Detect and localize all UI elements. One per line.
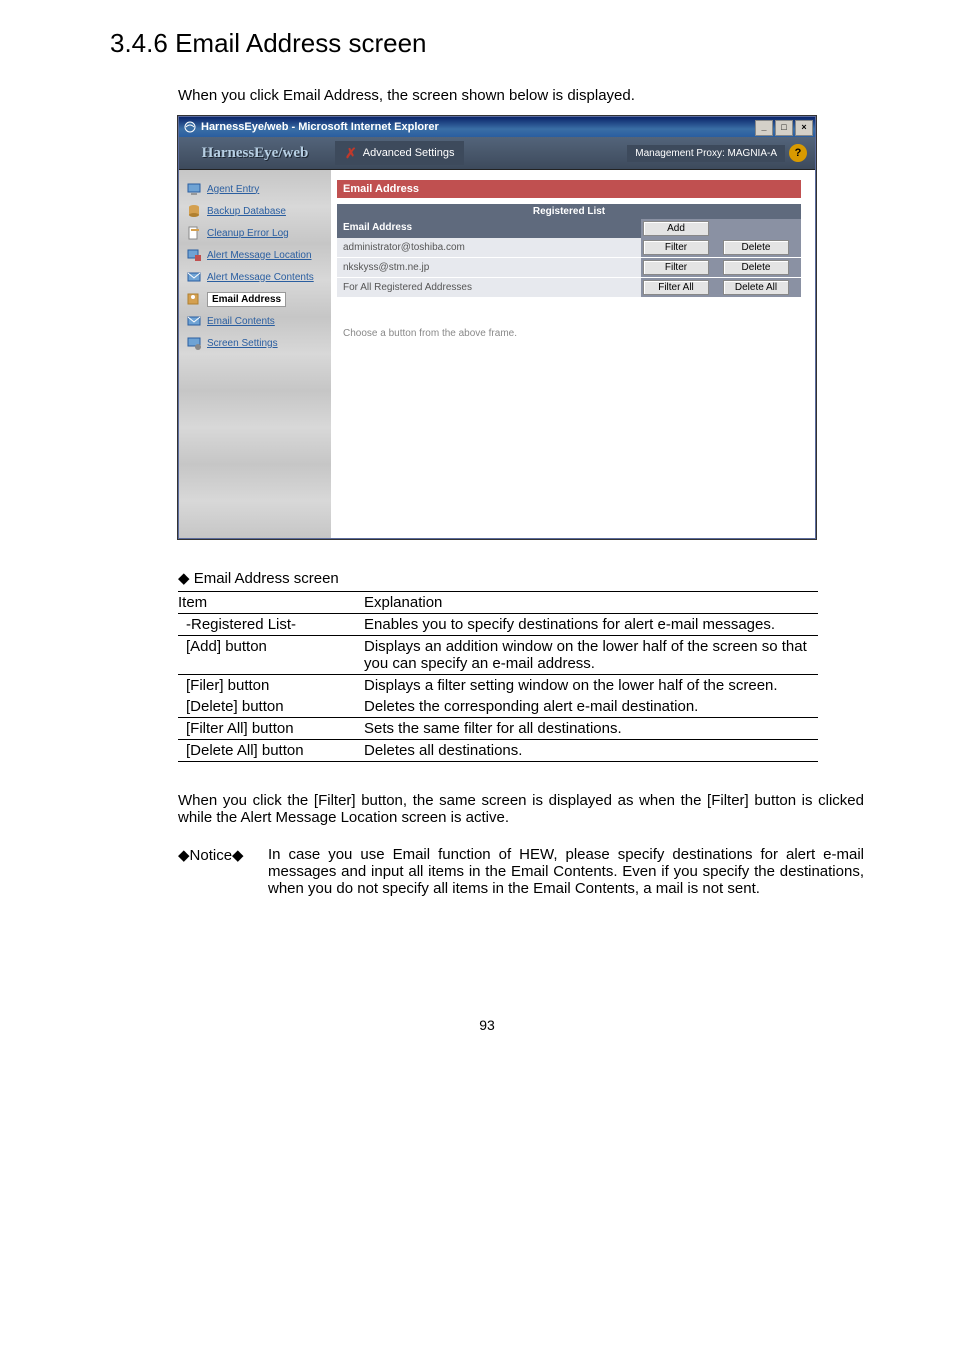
sidebar-item-screen-settings[interactable]: Screen Settings — [179, 332, 331, 354]
spec-explanation: Enables you to specify destinations for … — [364, 614, 818, 636]
sidebar-item-email-contents[interactable]: Email Contents — [179, 310, 331, 332]
notice-label: ◆Notice◆ — [178, 846, 268, 897]
ie-window: HarnessEye/web - Microsoft Internet Expl… — [178, 116, 816, 539]
ie-icon — [183, 120, 197, 134]
sidebar-item-label: Alert Message Location — [207, 250, 312, 261]
panel-title: Email Address — [337, 180, 801, 198]
post-table-paragraph: When you click the [Filter] button, the … — [178, 792, 864, 826]
filter-all-button[interactable]: Filter All — [643, 280, 709, 295]
window-title: HarnessEye/web - Microsoft Internet Expl… — [201, 121, 755, 133]
email-contents-icon — [185, 312, 203, 330]
delete-button[interactable]: Delete — [723, 260, 789, 275]
empty-header-cell — [711, 219, 801, 238]
sidebar-item-alert-message-contents[interactable]: Alert Message Contents — [179, 266, 331, 288]
intro-text: When you click Email Address, the screen… — [178, 87, 864, 104]
footer-label: For All Registered Addresses — [337, 278, 641, 298]
settings-icon — [185, 334, 203, 352]
spec-item: [Delete] button — [178, 696, 364, 718]
sidebar-item-label: Email Contents — [207, 316, 275, 327]
email-cell: administrator@toshiba.com — [337, 238, 641, 258]
delete-all-button[interactable]: Delete All — [723, 280, 789, 295]
spec-table: Item Explanation -Registered List- Enabl… — [178, 591, 818, 762]
window-close-button[interactable]: × — [795, 120, 813, 136]
heading-title: Email Address screen — [175, 28, 426, 58]
spec-explanation: Deletes the corresponding alert e-mail d… — [364, 696, 818, 718]
help-button[interactable]: ? — [789, 144, 807, 162]
sidebar-item-alert-message-location[interactable]: Alert Message Location — [179, 244, 331, 266]
add-button[interactable]: Add — [643, 221, 709, 236]
sidebar-item-label: Cleanup Error Log — [207, 228, 289, 239]
lower-frame-message: Choose a button from the above frame. — [337, 328, 801, 339]
spec-item: [Add] button — [178, 636, 364, 675]
notice-body: In case you use Email function of HEW, p… — [268, 846, 864, 897]
database-icon — [185, 202, 203, 220]
spec-explanation: Sets the same filter for all destination… — [364, 718, 818, 740]
page-number: 93 — [110, 1017, 864, 1033]
sidebar-item-cleanup-error-log[interactable]: Cleanup Error Log — [179, 222, 331, 244]
page-heading: 3.4.6 Email Address screen — [110, 28, 864, 59]
main-panel: Email Address Registered List Email Addr… — [331, 170, 815, 538]
spec-explanation: Deletes all destinations. — [364, 740, 818, 762]
spec-item: [Filter All] button — [178, 718, 364, 740]
spec-item: -Registered List- — [178, 614, 364, 636]
spec-table-intro: ◆ Email Address screen — [178, 569, 864, 587]
spec-header-item: Item — [178, 592, 364, 614]
sidebar-item-label: Agent Entry — [207, 184, 259, 195]
email-address-icon — [185, 290, 203, 308]
spec-explanation: Displays an addition window on the lower… — [364, 636, 818, 675]
window-min-button[interactable]: _ — [755, 120, 773, 136]
filter-button[interactable]: Filter — [643, 260, 709, 275]
screenshot: HarnessEye/web - Microsoft Internet Expl… — [178, 116, 864, 539]
registered-list-header: Registered List — [337, 204, 801, 219]
add-button-cell: Add — [641, 219, 711, 238]
registered-list-grid: Email Address Add administrator@toshiba.… — [337, 219, 801, 298]
sidebar-item-label: Alert Message Contents — [207, 272, 314, 283]
delete-button[interactable]: Delete — [723, 240, 789, 255]
log-icon — [185, 224, 203, 242]
management-proxy-label: Management Proxy: MAGNIA-A — [627, 145, 785, 162]
alert-contents-icon — [185, 268, 203, 286]
app-logo: HarnessEye/web — [179, 145, 331, 162]
advanced-settings-label: Advanced Settings — [363, 147, 455, 159]
spec-header-explanation: Explanation — [364, 592, 818, 614]
alert-location-icon — [185, 246, 203, 264]
sidebar: Agent Entry Backup Database Cleanup Erro… — [179, 170, 331, 538]
sidebar-item-email-address[interactable]: Email Address — [179, 288, 331, 310]
notice-block: ◆Notice◆ In case you use Email function … — [178, 846, 864, 897]
window-max-button[interactable]: □ — [775, 120, 793, 136]
email-cell: nkskyss@stm.ne.jp — [337, 258, 641, 278]
heading-number: 3.4.6 — [110, 28, 168, 58]
sidebar-item-backup-database[interactable]: Backup Database — [179, 200, 331, 222]
advanced-settings-button[interactable]: ✗ Advanced Settings — [335, 141, 464, 165]
sidebar-item-label: Screen Settings — [207, 338, 278, 349]
filter-button[interactable]: Filter — [643, 240, 709, 255]
monitor-icon — [185, 180, 203, 198]
tools-icon: ✗ — [345, 145, 357, 162]
window-titlebar: HarnessEye/web - Microsoft Internet Expl… — [179, 117, 815, 137]
spec-explanation: Displays a filter setting window on the … — [364, 675, 818, 697]
spec-item: [Delete All] button — [178, 740, 364, 762]
sidebar-item-agent-entry[interactable]: Agent Entry — [179, 178, 331, 200]
sidebar-item-label: Backup Database — [207, 206, 286, 217]
sidebar-item-label: Email Address — [207, 292, 286, 307]
spec-item: [Filer] button — [178, 675, 364, 697]
column-email-address: Email Address — [337, 219, 641, 238]
app-topbar: HarnessEye/web ✗ Advanced Settings Manag… — [179, 137, 815, 170]
